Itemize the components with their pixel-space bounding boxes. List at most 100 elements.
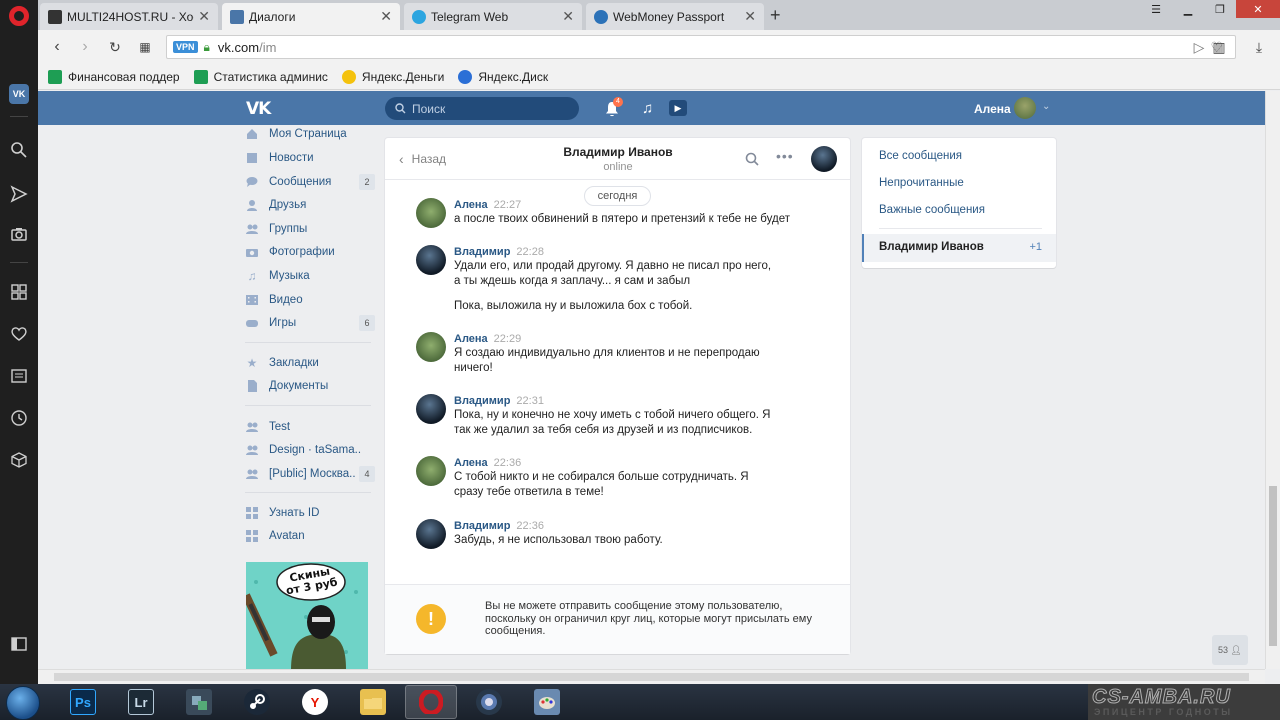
avatar[interactable] bbox=[416, 394, 446, 424]
history-icon[interactable] bbox=[9, 408, 29, 428]
menu-item-music[interactable]: ♫ Музыка bbox=[245, 265, 375, 287]
message-author[interactable]: Алена bbox=[454, 199, 488, 211]
taskbar-network[interactable] bbox=[173, 685, 225, 719]
message-author[interactable]: Владимир bbox=[454, 395, 510, 407]
search-input[interactable]: Поиск bbox=[385, 97, 579, 120]
message-meta: Алена 22:36 bbox=[454, 456, 774, 470]
minimize-button[interactable]: ▁ bbox=[1172, 0, 1204, 18]
close-tab-icon[interactable]: ✕ bbox=[562, 8, 574, 25]
news-icon[interactable] bbox=[9, 366, 29, 386]
vpn-badge[interactable]: VPN bbox=[173, 41, 198, 53]
close-tab-icon[interactable]: ✕ bbox=[380, 8, 392, 25]
active-dialog-item[interactable]: Владимир Иванов +1 bbox=[862, 234, 1056, 262]
avatar[interactable] bbox=[416, 198, 446, 228]
menu-item-news[interactable]: Новости bbox=[245, 147, 375, 169]
chevron-down-icon[interactable]: ⌄ bbox=[1042, 101, 1050, 112]
taskbar-photoshop[interactable]: Ps bbox=[57, 685, 109, 719]
play-icon[interactable]: ▶ bbox=[669, 100, 687, 116]
menu-item-video[interactable]: Видео bbox=[245, 289, 375, 311]
online-friends-counter[interactable]: 53 👤︎ bbox=[1212, 635, 1248, 665]
menu-item-app[interactable]: Avatan bbox=[245, 525, 375, 547]
back-icon[interactable]: ‹ bbox=[48, 38, 66, 56]
more-icon[interactable]: ••• bbox=[776, 148, 794, 164]
music-icon[interactable]: ♫ bbox=[642, 100, 653, 117]
taskbar-cinema4d[interactable] bbox=[463, 685, 515, 719]
forward-icon[interactable]: › bbox=[76, 38, 94, 56]
close-window-button[interactable]: ✕ bbox=[1236, 0, 1280, 18]
close-tab-icon[interactable]: ✕ bbox=[744, 8, 756, 25]
toggle-sidebar-icon[interactable] bbox=[9, 634, 29, 654]
maximize-button[interactable]: ❐ bbox=[1204, 0, 1236, 18]
speed-dial-icon[interactable]: ▦ bbox=[136, 38, 154, 56]
camera-icon[interactable] bbox=[9, 224, 29, 244]
filter-important[interactable]: Важные сообщения bbox=[879, 204, 985, 216]
download-icon[interactable]: ⤓ bbox=[1250, 38, 1268, 56]
user-name[interactable]: Алена bbox=[974, 102, 1011, 116]
menu-item-messages[interactable]: Сообщения 2 bbox=[245, 171, 375, 193]
menu-item-app[interactable]: Test bbox=[245, 416, 375, 438]
close-tab-icon[interactable]: ✕ bbox=[198, 8, 210, 25]
bookmark-item[interactable]: Финансовая поддер bbox=[48, 69, 180, 84]
bookmark-item[interactable]: Яндекс.Деньги bbox=[341, 69, 444, 84]
menu-item-documents[interactable]: Документы bbox=[245, 375, 375, 397]
avatar[interactable] bbox=[416, 332, 446, 362]
lock-icon[interactable]: 🔒︎ bbox=[204, 40, 210, 55]
vk-sidebar-icon[interactable]: VK bbox=[9, 84, 29, 104]
menu-item-games[interactable]: Игры 6 bbox=[245, 312, 375, 334]
peer-info[interactable]: Владимир Иванов online bbox=[535, 145, 701, 173]
filter-all-messages[interactable]: Все сообщения bbox=[879, 150, 962, 162]
taskbar-yandex[interactable]: Y bbox=[289, 685, 341, 719]
avatar[interactable] bbox=[416, 245, 446, 275]
heart-icon[interactable] bbox=[9, 324, 29, 344]
bookmark-item[interactable]: Яндекс.Диск bbox=[458, 69, 548, 84]
menu-item-groups[interactable]: Группы bbox=[245, 218, 375, 240]
avatar[interactable] bbox=[416, 519, 446, 549]
tab-dialogs[interactable]: Диалоги ✕ bbox=[222, 3, 400, 30]
send-icon[interactable] bbox=[9, 184, 29, 204]
horizontal-scrollbar[interactable] bbox=[38, 669, 1265, 684]
vertical-scrollbar[interactable] bbox=[1265, 91, 1280, 669]
bookmark-item[interactable]: Статистика админис bbox=[193, 69, 328, 84]
search-icon[interactable] bbox=[9, 140, 29, 160]
tab-webmoney[interactable]: WebMoney Passport ✕ bbox=[586, 3, 764, 30]
new-tab-button[interactable]: + bbox=[770, 5, 781, 26]
menu-item-app[interactable]: Узнать ID bbox=[245, 502, 375, 524]
scrollbar-thumb[interactable] bbox=[54, 673, 1249, 681]
filter-unread[interactable]: Непрочитанные bbox=[879, 177, 964, 189]
menu-item-friends[interactable]: Друзья bbox=[245, 194, 375, 216]
menu-item-my-page[interactable]: Моя Страница bbox=[245, 123, 375, 145]
search-icon[interactable] bbox=[745, 152, 759, 166]
menu-item-bookmarks[interactable]: ★ Закладки bbox=[245, 352, 375, 374]
reload-icon[interactable]: ↻ bbox=[106, 38, 124, 56]
extensions-icon[interactable] bbox=[9, 450, 29, 470]
send-page-icon[interactable]: ▷ bbox=[1194, 39, 1211, 55]
back-button[interactable]: ‹ Назад bbox=[399, 151, 446, 167]
menu-item-app[interactable]: Design · taSama.. bbox=[245, 439, 375, 461]
tab-telegram[interactable]: Telegram Web ✕ bbox=[404, 3, 582, 30]
vk-logo[interactable]: VK bbox=[246, 99, 271, 119]
taskbar-paint[interactable] bbox=[521, 685, 573, 719]
scrollbar-thumb[interactable] bbox=[1269, 486, 1277, 646]
opera-logo-icon[interactable] bbox=[9, 6, 29, 26]
menu-icon[interactable]: ☰ bbox=[1140, 0, 1172, 18]
avatar[interactable] bbox=[1014, 97, 1036, 119]
menu-item-app[interactable]: [Public] Москва.. 4 bbox=[245, 463, 375, 485]
taskbar-lightroom[interactable]: Lr bbox=[115, 685, 167, 719]
speed-dial-icon[interactable] bbox=[9, 282, 29, 302]
message-author[interactable]: Алена bbox=[454, 333, 488, 345]
url-field[interactable]: VPN 🔒︎ vk.com/im ▷♡ bbox=[166, 35, 1236, 59]
menu-item-photos[interactable]: Фотографии bbox=[245, 241, 375, 263]
message-author[interactable]: Алена bbox=[454, 457, 488, 469]
taskbar-steam[interactable] bbox=[231, 685, 283, 719]
tab-multi24host[interactable]: MULTI24HOST.RU - Хостинг ✕ bbox=[40, 3, 218, 30]
taskbar-opera[interactable] bbox=[405, 685, 457, 719]
start-button[interactable] bbox=[6, 686, 40, 720]
message-author[interactable]: Владимир bbox=[454, 520, 510, 532]
search-placeholder: Поиск bbox=[412, 101, 446, 116]
snapshot-icon[interactable]: ▥ bbox=[1210, 38, 1228, 56]
avatar[interactable] bbox=[416, 456, 446, 486]
promo-banner[interactable]: Скины от 3 руб bbox=[246, 562, 368, 669]
taskbar-explorer[interactable] bbox=[347, 685, 399, 719]
message-author[interactable]: Владимир bbox=[454, 246, 510, 258]
peer-avatar[interactable] bbox=[811, 146, 837, 172]
